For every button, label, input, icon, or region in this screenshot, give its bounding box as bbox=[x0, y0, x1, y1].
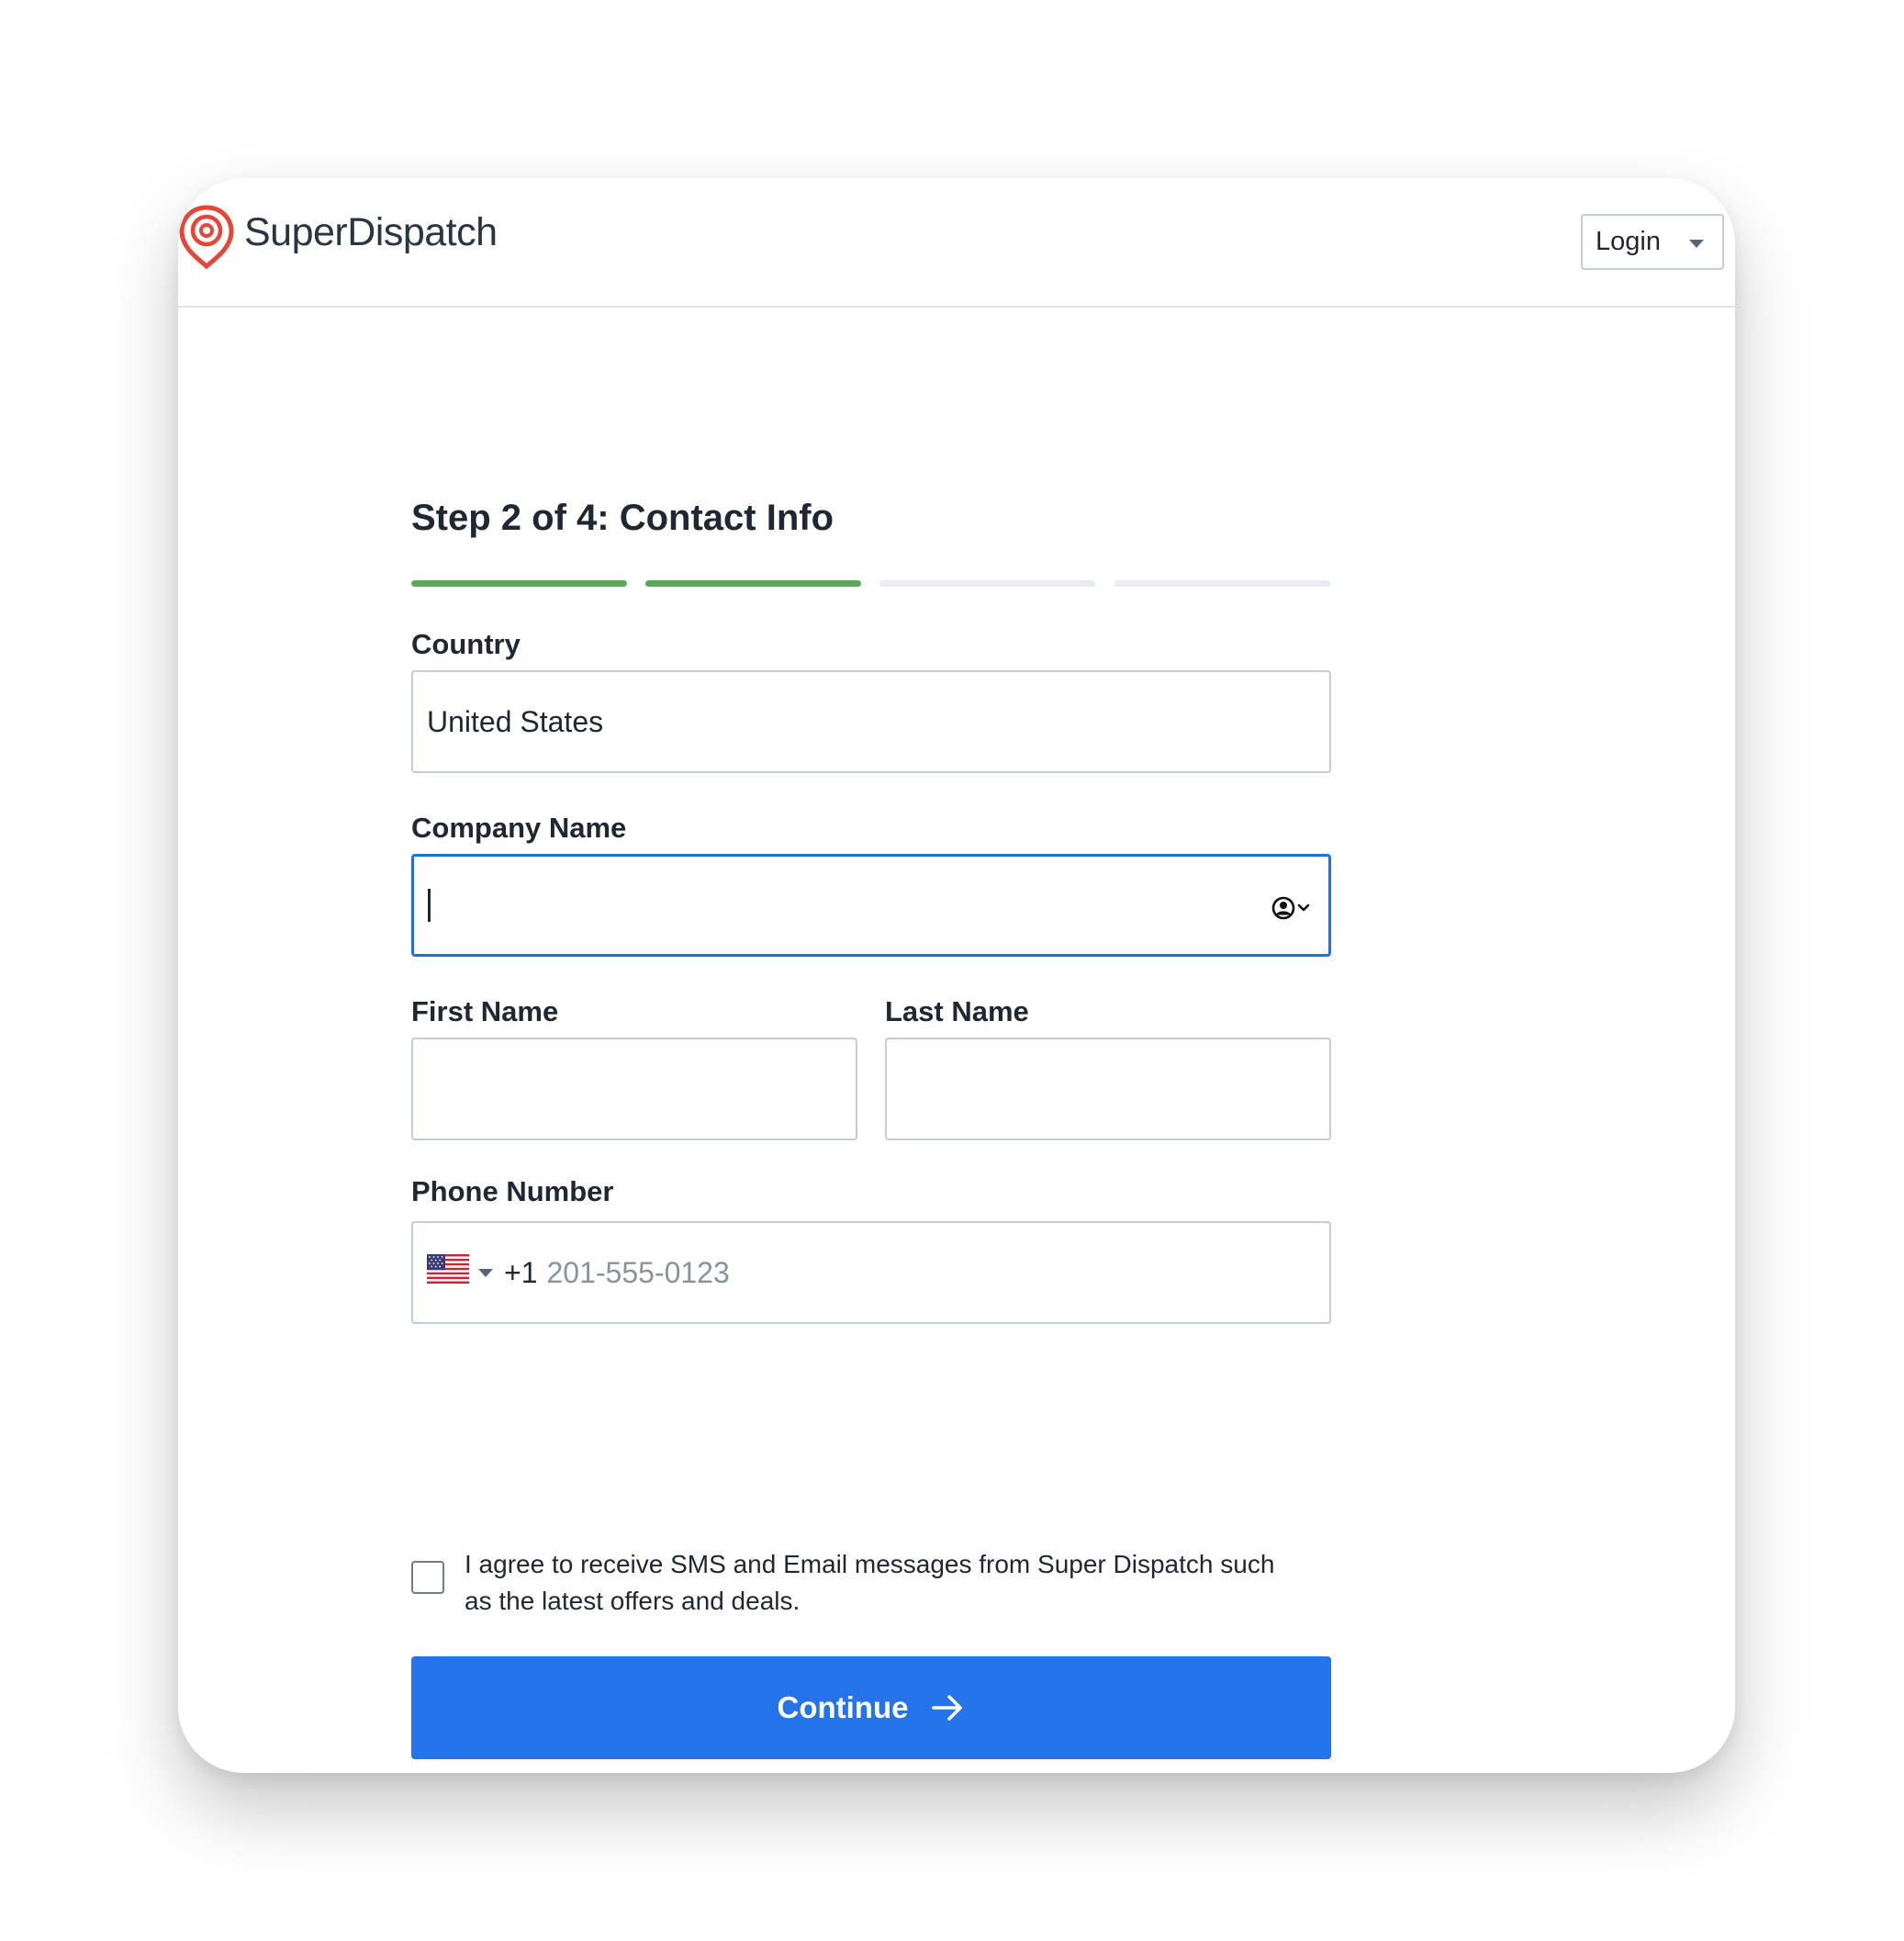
phone-number-label: Phone Number bbox=[411, 1175, 614, 1207]
logo-text: SuperDispatch bbox=[244, 209, 498, 254]
continue-button[interactable]: Continue bbox=[411, 1656, 1331, 1759]
continue-label: Continue bbox=[777, 1690, 909, 1724]
arrow-right-icon bbox=[908, 1693, 965, 1722]
text-cursor bbox=[428, 889, 431, 922]
progress-segment-2 bbox=[645, 580, 861, 587]
country-code-selector[interactable] bbox=[427, 1254, 504, 1291]
first-name-input[interactable] bbox=[411, 1038, 857, 1140]
phone-number-input[interactable]: +1 201-555-0123 bbox=[411, 1221, 1331, 1324]
step-title: Step 2 of 4: Contact Info bbox=[411, 498, 834, 538]
company-name-input[interactable] bbox=[411, 854, 1331, 957]
company-name-label: Company Name bbox=[411, 812, 627, 844]
progress-segment-3 bbox=[879, 580, 1095, 587]
last-name-label: Last Name bbox=[885, 995, 1029, 1027]
app-window: SuperDispatch Login Step 2 of 4: Contact… bbox=[178, 178, 1735, 1773]
location-pin-icon bbox=[178, 204, 235, 270]
login-label: Login bbox=[1596, 227, 1661, 256]
country-label: Country bbox=[411, 628, 521, 660]
step-progress-bar bbox=[411, 580, 1331, 587]
caret-down-icon bbox=[478, 1268, 493, 1277]
country-select[interactable]: United States bbox=[411, 670, 1331, 773]
consent-checkbox[interactable] bbox=[411, 1561, 444, 1594]
caret-down-icon bbox=[1689, 240, 1704, 248]
login-dropdown-button[interactable]: Login bbox=[1581, 214, 1724, 270]
country-value: United States bbox=[427, 704, 604, 738]
contact-autofill-icon[interactable] bbox=[1271, 895, 1314, 921]
phone-country-code: +1 bbox=[504, 1255, 538, 1289]
phone-placeholder: 201-555-0123 bbox=[546, 1255, 730, 1289]
top-header: SuperDispatch Login bbox=[178, 178, 1735, 308]
logo[interactable]: SuperDispatch bbox=[178, 204, 498, 270]
first-name-label: First Name bbox=[411, 995, 559, 1027]
progress-segment-1 bbox=[411, 580, 627, 587]
consent-text: I agree to receive SMS and Email message… bbox=[465, 1550, 1275, 1615]
last-name-input[interactable] bbox=[885, 1038, 1331, 1140]
progress-segment-4 bbox=[1114, 580, 1330, 587]
us-flag-icon bbox=[427, 1254, 469, 1291]
